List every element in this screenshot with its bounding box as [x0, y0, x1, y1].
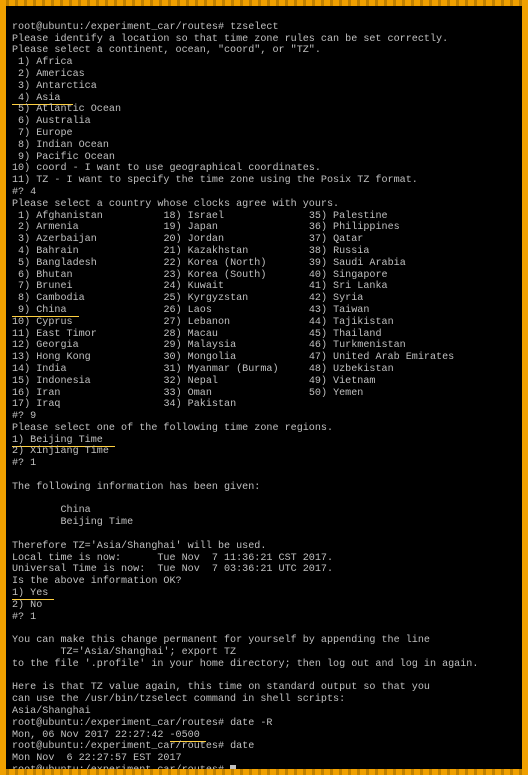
- country-row-15: 15) Indonesia 32) Nepal 49) Vietnam: [12, 376, 375, 387]
- perm-line-5: can use the /usr/bin/tzselect command in…: [12, 694, 345, 705]
- continent-8: 8) Indian Ocean: [12, 140, 109, 151]
- cursor-icon: [230, 765, 236, 769]
- country-row-5: 5) Bangladesh 22) Korea (North) 39) Saud…: [12, 258, 406, 269]
- input-country: #? 9: [12, 411, 36, 422]
- country-row-9: 9) China 26) Laos 43) Taiwan: [12, 305, 369, 317]
- cmd-date-r: date -R: [230, 718, 272, 729]
- info-header: The following information has been given…: [12, 482, 260, 493]
- region-prompt: Please select one of the following time …: [12, 423, 333, 434]
- continent-9: 9) Pacific Ocean: [12, 152, 115, 163]
- tz-value: Asia/Shanghai: [12, 706, 91, 717]
- perm-line-4: Here is that TZ value again, this time o…: [12, 682, 430, 693]
- intro-line-1: Please identify a location so that time …: [12, 34, 448, 45]
- region-xinjiang: 2) Xinjiang Time: [12, 446, 109, 457]
- info-ok-prompt: Is the above information OK?: [12, 576, 182, 587]
- country-row-4: 4) Bahrain 21) Kazakhstan 38) Russia: [12, 246, 369, 257]
- date-r-offset: -0500: [170, 730, 206, 742]
- perm-line-3: to the file '.profile' in your home dire…: [12, 659, 478, 670]
- info-local-time: Local time is now: Tue Nov 7 11:36:21 CS…: [12, 553, 333, 564]
- country-row-14: 14) India 31) Myanmar (Burma) 48) Uzbeki…: [12, 364, 394, 375]
- country-row-8: 8) Cambodia 25) Kyrgyzstan 42) Syria: [12, 293, 363, 304]
- region-beijing: 1) Beijing Time: [12, 435, 115, 447]
- country-china: 9) China: [12, 305, 79, 317]
- perm-line-1: You can make this change permanent for y…: [12, 635, 430, 646]
- shell-prompt: root@ubuntu:/experiment_car/routes#: [12, 765, 230, 769]
- country-row-7: 7) Brunei 24) Kuwait 41) Sri Lanka: [12, 281, 388, 292]
- country-prompt: Please select a country whose clocks agr…: [12, 199, 339, 210]
- shell-prompt: root@ubuntu:/experiment_car/routes#: [12, 718, 230, 729]
- continent-1: 1) Africa: [12, 57, 73, 68]
- terminal[interactable]: root@ubuntu:/experiment_car/routes# tzse…: [6, 6, 522, 769]
- country-row-17: 17) Iraq 34) Pakistan: [12, 399, 236, 410]
- perm-line-2: TZ='Asia/Shanghai'; export TZ: [12, 647, 236, 658]
- intro-line-2: Please select a continent, ocean, "coord…: [12, 45, 321, 56]
- info-beijing: Beijing Time: [12, 517, 133, 528]
- country-row-13: 13) Hong Kong 30) Mongolia 47) United Ar…: [12, 352, 454, 363]
- country-row-12: 12) Georgia 29) Malaysia 46) Turkmenista…: [12, 340, 406, 351]
- option-no: 2) No: [12, 600, 42, 611]
- input-region: #? 1: [12, 458, 36, 469]
- country-row-16: 16) Iran 33) Oman 50) Yemen: [12, 388, 363, 399]
- country-row-2: 2) Armenia 19) Japan 36) Philippines: [12, 222, 400, 233]
- continent-2: 2) Americas: [12, 69, 85, 80]
- country-row-1: 1) Afghanistan 18) Israel 35) Palestine: [12, 211, 388, 222]
- cmd-tzselect: tzselect: [230, 22, 278, 33]
- input-continent: #? 4: [12, 187, 36, 198]
- continent-6: 6) Australia: [12, 116, 91, 127]
- country-row-10: 10) Cyprus 27) Lebanon 44) Tajikistan: [12, 317, 394, 328]
- continent-3: 3) Antarctica: [12, 81, 97, 92]
- continent-10: 10) coord - I want to use geographical c…: [12, 163, 321, 174]
- input-confirm: #? 1: [12, 612, 36, 623]
- shell-prompt: root@ubuntu:/experiment_car/routes#: [12, 741, 230, 752]
- cmd-date: date: [230, 741, 254, 752]
- date-r-out-part-1: Mon, 06 Nov 2017 22:27:42: [12, 730, 170, 741]
- country-row-11: 11) East Timor 28) Macau 45) Thailand: [12, 329, 382, 340]
- continent-11: 11) TZ - I want to specify the time zone…: [12, 175, 418, 186]
- continent-5: 5) Atlantic Ocean: [12, 104, 121, 115]
- country-row-3: 3) Azerbaijan 20) Jordan 37) Qatar: [12, 234, 363, 245]
- continent-7: 7) Europe: [12, 128, 73, 139]
- continent-4-asia: 4) Asia: [12, 93, 73, 105]
- option-yes: 1) Yes: [12, 588, 54, 600]
- country-row-6: 6) Bhutan 23) Korea (South) 40) Singapor…: [12, 270, 388, 281]
- date-out: Mon Nov 6 22:27:57 EST 2017: [12, 753, 182, 764]
- info-china: China: [12, 505, 91, 516]
- info-utc-time: Universal Time is now: Tue Nov 7 03:36:2…: [12, 564, 333, 575]
- shell-prompt: root@ubuntu:/experiment_car/routes#: [12, 22, 230, 33]
- info-tz: Therefore TZ='Asia/Shanghai' will be use…: [12, 541, 266, 552]
